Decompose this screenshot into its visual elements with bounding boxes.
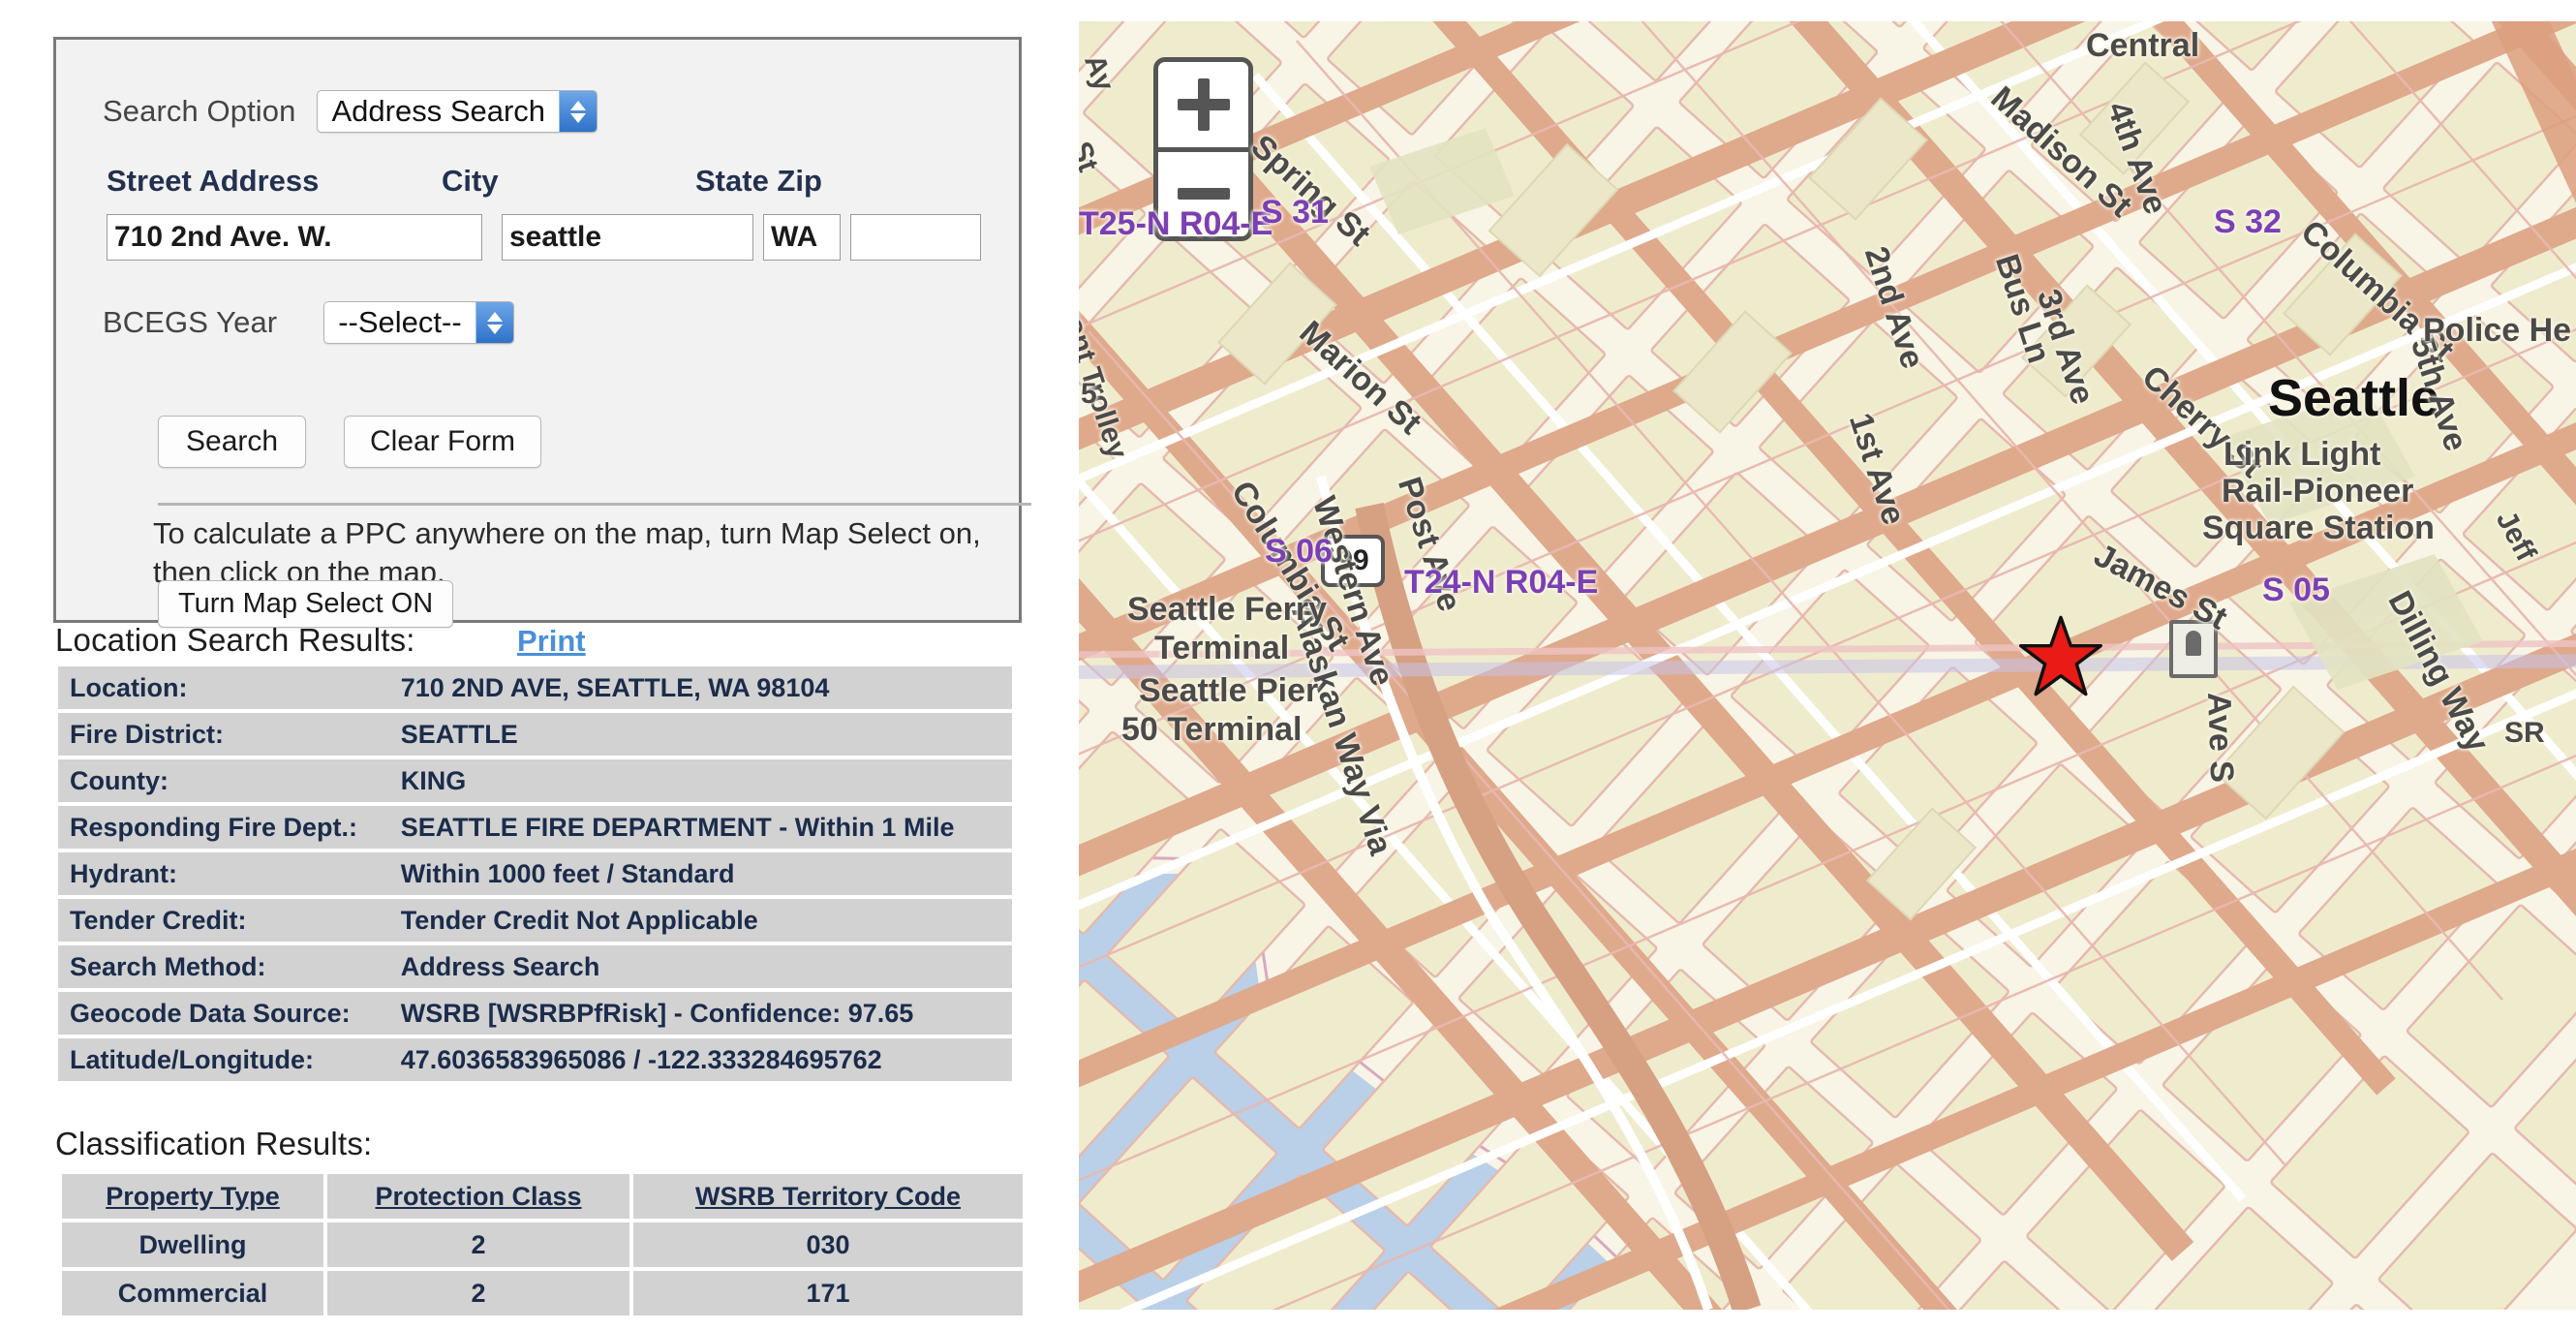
- classification-cell: 030: [633, 1222, 1023, 1267]
- highway-shield-99: 99: [1321, 535, 1385, 587]
- search-form-panel: Search Option Address Search Street Addr…: [53, 37, 1031, 628]
- table-row: Hydrant: Within 1000 feet / Standard: [58, 852, 1012, 895]
- result-key: Hydrant:: [58, 852, 387, 895]
- classification-column-header: Property Type: [62, 1174, 323, 1219]
- search-option-label: Search Option: [103, 94, 296, 128]
- city-input[interactable]: [502, 214, 753, 261]
- field-labels-row: Street Address City State Zip: [107, 164, 1007, 202]
- map-zoom-control[interactable]: [1153, 57, 1253, 241]
- map-panel[interactable]: 99 Seattle Central Madison St Spring St Ay S…: [1079, 21, 2576, 1310]
- table-row: County: KING: [58, 759, 1012, 802]
- chevron-updown-icon[interactable]: [559, 91, 598, 132]
- table-row: Tender Credit: Tender Credit Not Applicab…: [58, 899, 1012, 942]
- table-row: Responding Fire Dept.: SEATTLE FIRE DEPAR…: [58, 806, 1012, 849]
- result-value: Tender Credit Not Applicable: [386, 899, 1012, 942]
- zoom-out-button[interactable]: [1158, 152, 1248, 237]
- result-key: Tender Credit:: [58, 899, 387, 942]
- location-results-table: Location: 710 2ND AVE, SEATTLE, WA 98104 F…: [58, 663, 1012, 1085]
- classification-cell: Commercial: [62, 1271, 323, 1315]
- left-panel: Search Option Address Search Street Addr…: [0, 0, 1070, 1330]
- result-value: SEATTLE FIRE DEPARTMENT - Within 1 Mile: [386, 806, 1012, 849]
- result-key: Responding Fire Dept.:: [58, 806, 387, 849]
- classification-column-header: WSRB Territory Code: [633, 1174, 1023, 1219]
- light-rail-station-icon: [2169, 620, 2218, 678]
- turn-map-select-on-button[interactable]: Turn Map Select ON: [158, 580, 454, 628]
- classification-column-header: Protection Class: [327, 1174, 629, 1219]
- table-row: Fire District: SEATTLE: [58, 713, 1012, 756]
- table-row: Commercial 2 171: [62, 1271, 1023, 1315]
- bcegs-year-label: BCEGS Year: [103, 305, 278, 339]
- table-row: Latitude/Longitude: 47.6036583965086 / -1…: [58, 1038, 1012, 1081]
- result-value: 47.6036583965086 / -122.333284695762: [386, 1038, 1012, 1081]
- form-divider: [158, 503, 1031, 506]
- result-value: Within 1000 feet / Standard: [386, 852, 1012, 895]
- zoom-in-button[interactable]: [1158, 62, 1248, 152]
- street-address-label: Street Address: [107, 164, 320, 198]
- chevron-updown-icon[interactable]: [475, 302, 513, 343]
- result-value: KING: [386, 759, 1012, 802]
- classification-cell: 171: [633, 1271, 1023, 1315]
- search-button[interactable]: Search: [158, 416, 307, 468]
- result-key: Fire District:: [58, 713, 387, 756]
- state-zip-label: State Zip: [695, 164, 822, 198]
- result-key: County:: [58, 759, 387, 802]
- classification-results-table: Property Type Protection Class WSRB Territ…: [58, 1170, 1027, 1319]
- result-value: WSRB [WSRBPfRisk] - Confidence: 97.65: [386, 992, 1012, 1035]
- zip-input[interactable]: [850, 214, 981, 261]
- table-row: Location: 710 2ND AVE, SEATTLE, WA 98104: [58, 666, 1012, 709]
- classification-results-title: Classification Results:: [55, 1126, 373, 1161]
- classification-cell: Dwelling: [62, 1222, 323, 1267]
- result-value: Address Search: [386, 945, 1012, 988]
- result-key: Geocode Data Source:: [58, 992, 387, 1035]
- table-row: Search Method: Address Search: [58, 945, 1012, 988]
- search-option-value: Address Search: [331, 94, 546, 128]
- state-input[interactable]: [763, 214, 841, 261]
- result-key: Search Method:: [58, 945, 387, 988]
- result-key: Latitude/Longitude:: [58, 1038, 387, 1081]
- classification-cell: 2: [327, 1222, 629, 1267]
- result-value: 710 2ND AVE, SEATTLE, WA 98104: [386, 666, 1012, 709]
- map-basemap: [1079, 21, 2576, 1310]
- table-row: Dwelling 2 030: [62, 1222, 1023, 1267]
- bcegs-year-value: --Select--: [338, 305, 462, 339]
- result-value: SEATTLE: [386, 713, 1012, 756]
- city-label: City: [442, 164, 499, 198]
- clear-form-button[interactable]: Clear Form: [344, 416, 542, 468]
- classification-cell: 2: [327, 1271, 629, 1315]
- result-key: Location:: [58, 666, 387, 709]
- bcegs-year-row: BCEGS Year --Select--: [103, 301, 514, 344]
- print-link[interactable]: Print: [517, 624, 586, 659]
- search-option-select[interactable]: Address Search: [317, 90, 598, 133]
- bcegs-year-select[interactable]: --Select--: [323, 301, 514, 344]
- table-row: Geocode Data Source: WSRB [WSRBPfRisk] - …: [58, 992, 1012, 1035]
- street-address-input[interactable]: [107, 214, 482, 261]
- location-search-results-title: Location Search Results:: [55, 622, 415, 658]
- search-option-row: Search Option Address Search: [103, 90, 598, 133]
